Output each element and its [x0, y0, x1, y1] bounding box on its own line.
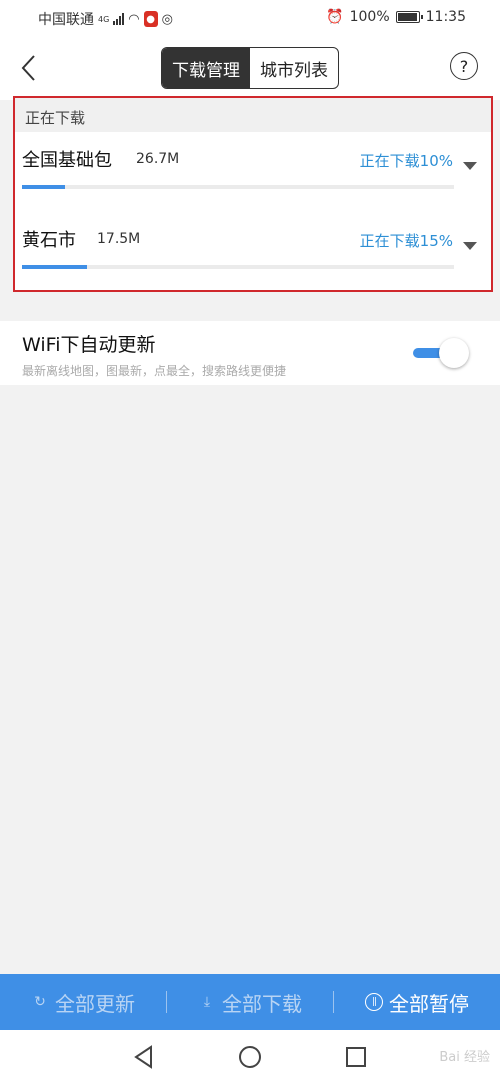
update-all-button[interactable]: ↻ 全部更新 [0, 988, 166, 1017]
item-status: 正在下载15% [359, 232, 453, 250]
status-bar: 中国联通 4G ◠ ● ◎ ⏰ 100% 11:35 [0, 0, 500, 36]
update-all-label: 全部更新 [55, 991, 135, 1016]
signal-icon [113, 13, 125, 25]
home-circle-icon[interactable] [237, 1044, 263, 1070]
refresh-icon: ↻ [34, 994, 46, 1010]
item-name: 黄石市 [22, 230, 76, 251]
header: 下载管理 城市列表 ? [0, 36, 500, 100]
wifi-icon: ◠ [128, 11, 140, 27]
wifi-subtitle: 最新离线地图，图最新，点最全，搜索路线更便捷 [22, 364, 287, 378]
download-all-button[interactable]: ⤓ 全部下载 [167, 988, 333, 1017]
chevron-left-icon [21, 55, 35, 81]
pause-all-label: 全部暂停 [389, 991, 469, 1016]
expand-arrow-icon[interactable] [463, 162, 477, 170]
bottom-action-bar: ↻ 全部更新 ⤓ 全部下载 || 全部暂停 [0, 974, 500, 1030]
expand-arrow-icon[interactable] [463, 242, 477, 250]
back-button[interactable] [16, 52, 44, 84]
microphone-icon: ● [143, 11, 158, 27]
back-triangle-icon[interactable] [131, 1044, 157, 1070]
wifi-auto-update-row: WiFi下自动更新 最新离线地图，图最新，点最全，搜索路线更便捷 [0, 321, 500, 385]
item-status: 正在下载10% [359, 152, 453, 170]
pause-icon: || [365, 993, 383, 1011]
section-title: 正在下载 [15, 98, 491, 132]
network-type: 4G [98, 14, 110, 24]
pause-all-button[interactable]: || 全部暂停 [334, 988, 500, 1017]
download-icon: ⤓ [203, 994, 211, 1010]
download-item[interactable]: 全国基础包 26.7M 正在下载10% [15, 132, 491, 212]
alarm-icon: ⏰ [326, 9, 344, 25]
navigation-bar: Bai 经验 [0, 1030, 500, 1083]
wifi-title: WiFi下自动更新 [22, 334, 156, 356]
battery-percent: 100% [349, 9, 390, 25]
progress-fill [22, 265, 87, 269]
nfc-icon: ◎ [161, 11, 173, 27]
download-all-label: 全部下载 [222, 991, 302, 1016]
help-icon: ? [459, 56, 469, 76]
toggle-knob [439, 338, 469, 368]
carrier-label: 中国联通 [38, 12, 94, 28]
item-size: 26.7M [136, 151, 180, 167]
item-size: 17.5M [97, 231, 141, 247]
help-button[interactable]: ? [450, 52, 478, 80]
downloading-section: 正在下载 全国基础包 26.7M 正在下载10% 黄石市 17.5M 正在下载1… [13, 96, 493, 292]
wifi-auto-update-toggle[interactable] [413, 338, 469, 368]
item-name: 全国基础包 [22, 150, 112, 171]
tab-download-manager[interactable]: 下载管理 [162, 48, 250, 88]
download-item[interactable]: 黄石市 17.5M 正在下载15% [15, 212, 491, 292]
tab-city-list[interactable]: 城市列表 [250, 48, 338, 88]
segmented-control: 下载管理 城市列表 [161, 47, 339, 89]
progress-track [22, 185, 454, 189]
progress-track [22, 265, 454, 269]
watermark: Bai 经验 [439, 1050, 490, 1065]
clock: 11:35 [425, 9, 466, 25]
recents-square-icon[interactable] [343, 1044, 369, 1070]
progress-fill [22, 185, 66, 189]
battery-icon [395, 11, 423, 23]
